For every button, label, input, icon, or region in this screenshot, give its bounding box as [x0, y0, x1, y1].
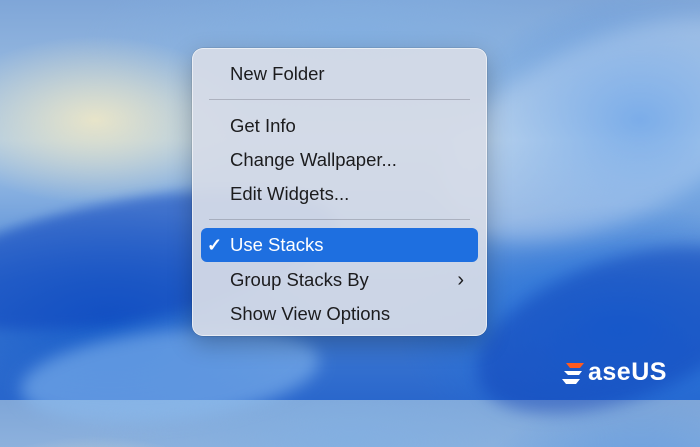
- menu-item-get-info[interactable]: Get Info: [201, 109, 478, 143]
- desktop-context-menu: New Folder Get Info Change Wallpaper... …: [192, 48, 487, 336]
- menu-item-label: Show View Options: [230, 303, 391, 324]
- menu-item-label: Use Stacks: [230, 234, 324, 255]
- menu-item-label: Change Wallpaper...: [230, 149, 397, 170]
- menu-item-label: Group Stacks By: [230, 269, 369, 290]
- menu-item-use-stacks[interactable]: ✓ Use Stacks: [201, 228, 478, 262]
- menu-separator: [209, 219, 470, 220]
- menu-item-edit-widgets[interactable]: Edit Widgets...: [201, 177, 478, 211]
- menu-item-label: Get Info: [230, 115, 296, 136]
- checkmark-icon: ✓: [207, 235, 223, 255]
- chevron-right-icon: ›: [457, 269, 464, 291]
- menu-item-new-folder[interactable]: New Folder: [201, 57, 478, 91]
- menu-item-label: New Folder: [230, 63, 325, 84]
- menu-separator: [209, 99, 470, 100]
- menu-item-change-wallpaper[interactable]: Change Wallpaper...: [201, 143, 478, 177]
- menu-item-show-view-options[interactable]: Show View Options: [201, 297, 478, 331]
- menu-item-group-stacks-by[interactable]: Group Stacks By ›: [201, 263, 478, 297]
- menu-item-label: Edit Widgets...: [230, 183, 350, 204]
- brand-watermark: aseUS: [588, 358, 667, 386]
- wallpaper-wave: [455, 212, 700, 447]
